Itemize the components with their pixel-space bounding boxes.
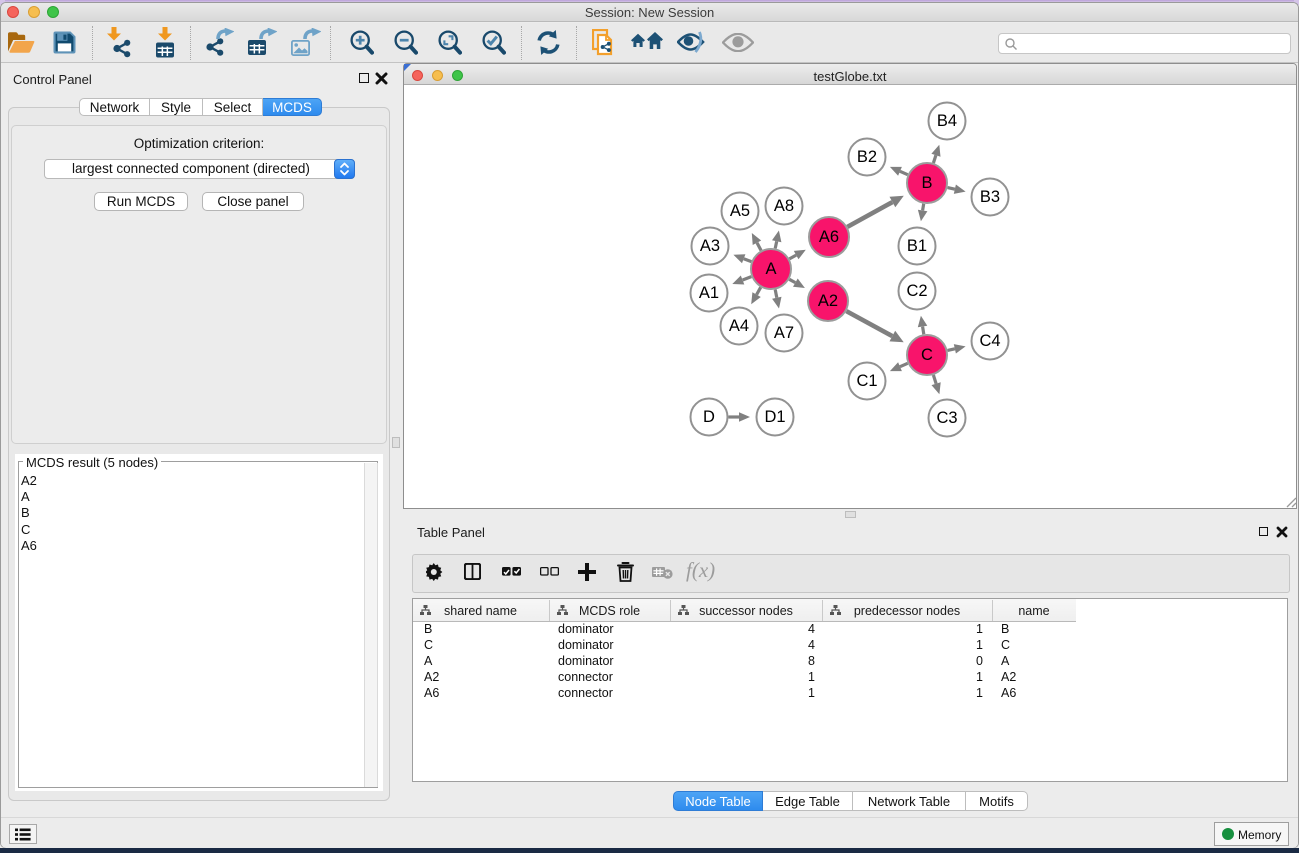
svg-text:B: B	[921, 174, 932, 192]
svg-text:D1: D1	[764, 408, 785, 426]
svg-text:A: A	[765, 260, 776, 278]
svg-text:B3: B3	[980, 188, 1000, 206]
svg-text:B1: B1	[907, 237, 927, 255]
svg-text:A8: A8	[774, 197, 794, 215]
svg-text:A5: A5	[730, 202, 750, 220]
svg-text:B4: B4	[937, 112, 957, 130]
svg-text:D: D	[703, 408, 715, 426]
svg-text:A7: A7	[774, 324, 794, 342]
svg-text:C2: C2	[906, 282, 927, 300]
svg-text:C1: C1	[856, 372, 877, 390]
svg-text:B2: B2	[857, 148, 877, 166]
svg-text:A6: A6	[819, 228, 839, 246]
svg-text:A2: A2	[818, 292, 838, 310]
svg-text:C: C	[921, 346, 933, 364]
svg-text:A4: A4	[729, 317, 749, 335]
svg-text:C3: C3	[936, 409, 957, 427]
svg-text:A3: A3	[700, 237, 720, 255]
svg-text:C4: C4	[979, 332, 1000, 350]
svg-text:A1: A1	[699, 284, 719, 302]
